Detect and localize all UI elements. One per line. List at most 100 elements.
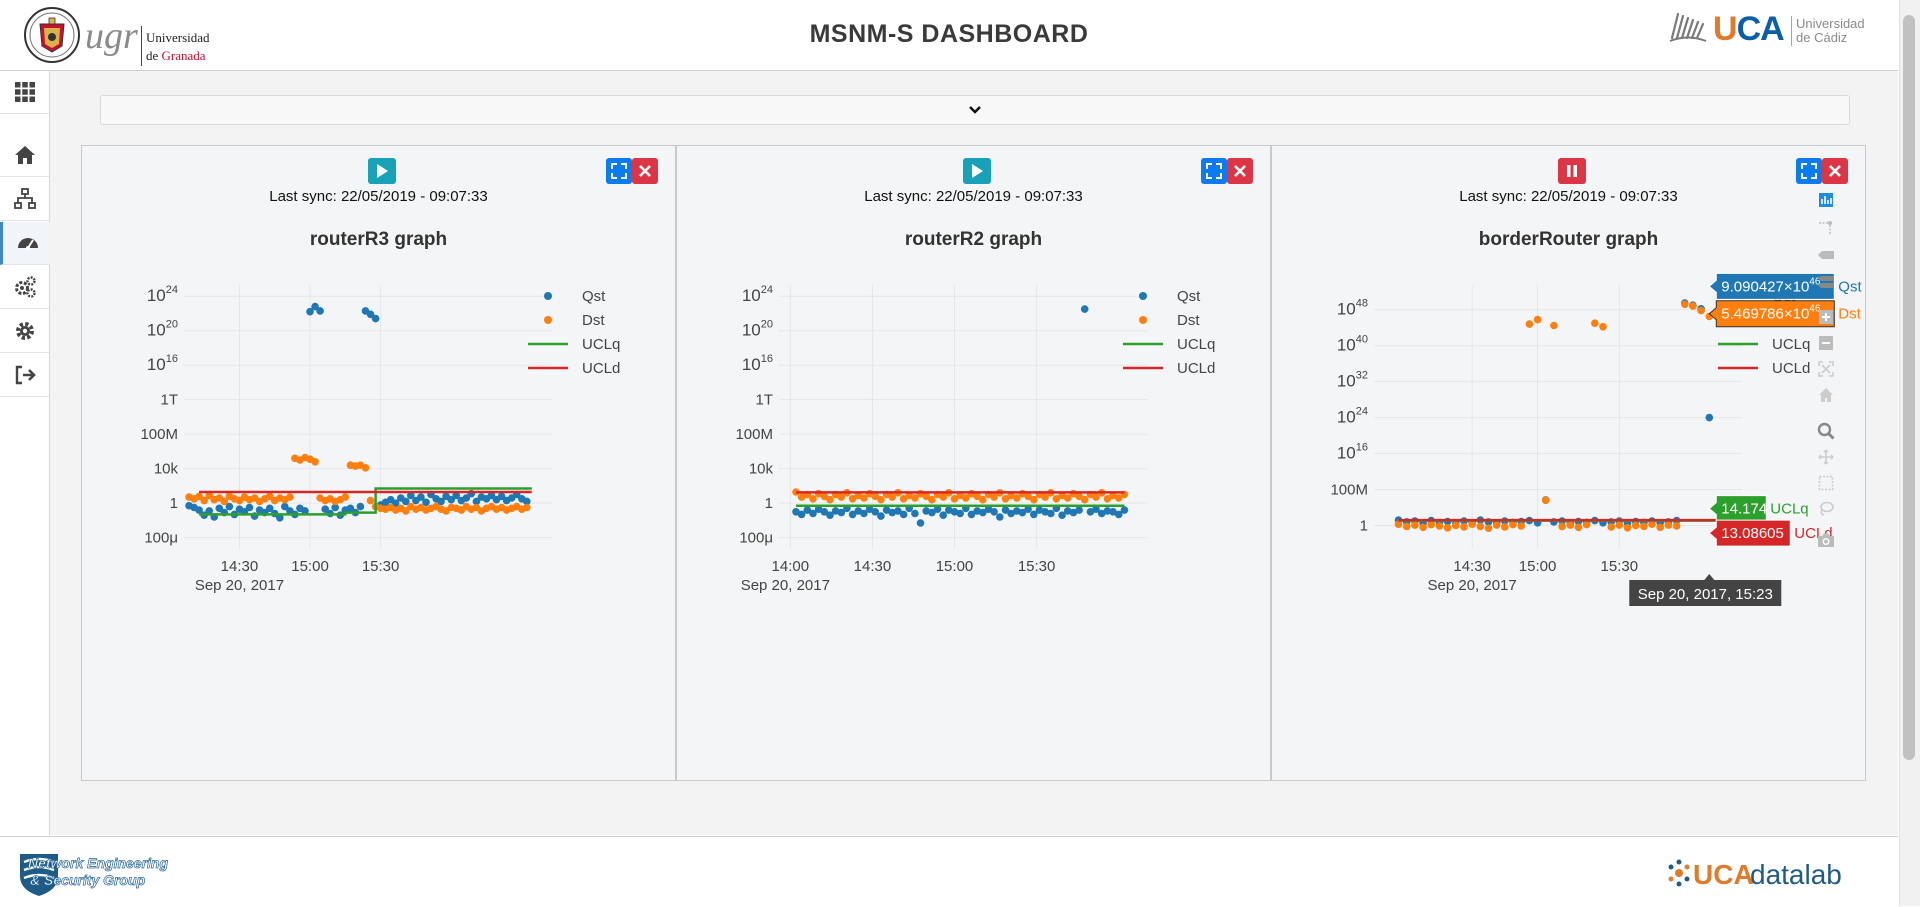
y-tick-label: 100μ: [739, 530, 773, 547]
uca-logo[interactable]: UCA Universidad de Cádiz: [1668, 6, 1878, 56]
data-point-Qst: [356, 502, 365, 511]
neg-logo-outline-1: Network Engineering: [28, 855, 168, 871]
y-tick-label: 1T: [160, 392, 178, 409]
modebar-pan[interactable]: [1815, 446, 1837, 468]
ucadatalab-logo[interactable]: UCA datalab: [1665, 855, 1865, 891]
data-point-Dst: [1509, 520, 1517, 529]
legend-item-Qst[interactable]: Qst: [544, 288, 606, 305]
data-point-Qst: [1120, 506, 1129, 514]
data-point-Dst: [1640, 522, 1648, 531]
footer: [0, 836, 1898, 907]
modebar-zoom[interactable]: [1815, 420, 1837, 442]
x-tick-label: 15:00: [1519, 558, 1557, 575]
data-point-Dst: [928, 495, 936, 504]
modebar-lasso-select[interactable]: [1815, 498, 1837, 520]
uca-separator: [1791, 16, 1792, 46]
sidebar-item-home[interactable]: [0, 134, 49, 177]
sitemap-icon: [13, 188, 36, 209]
hover-value: 13.08605: [1721, 525, 1784, 542]
data-point-Dst: [1402, 522, 1411, 531]
y-tick-label-exp: 32: [1356, 370, 1368, 382]
pause-button[interactable]: [1558, 158, 1586, 184]
chart-borderRouter[interactable]: 10481040103210241016100M114:30 15:00 15:30…: [1272, 256, 1865, 726]
data-point-Dst: [1697, 306, 1705, 315]
hover-value-mantissa: 5.469786×10: [1721, 306, 1809, 323]
y-tick-label: 1024: [1337, 406, 1368, 427]
modebar-toggle-spikelines[interactable]: [1815, 216, 1837, 238]
sidebar-item-network[interactable]: [0, 178, 49, 221]
data-point-Dst: [1501, 523, 1509, 531]
filter-collapse-bar[interactable]: [100, 95, 1850, 125]
chart-routerR2[interactable]: 1024102010161T100M10k1100μ14:00 14:30 15:0…: [677, 256, 1270, 726]
sidebar-item-settings[interactable]: [0, 310, 49, 353]
close-button[interactable]: [1227, 158, 1253, 184]
expand-icon: [1801, 163, 1817, 179]
legend-item-Qst[interactable]: Qst: [1139, 288, 1201, 305]
data-point-Dst: [1631, 521, 1640, 530]
x-tick-label: 15:30: [362, 558, 400, 575]
legend-swatch: [544, 316, 552, 324]
neg-logo[interactable]: Network Engineering & Security Group Net…: [18, 850, 178, 898]
panel-title: routerR2 graph: [904, 229, 1043, 250]
y-tick-label-exp: 48: [1356, 298, 1368, 310]
modebar-hover-closest[interactable]: [1815, 244, 1837, 266]
legend-label: Dst: [1177, 312, 1200, 329]
data-point-Dst: [1623, 524, 1632, 532]
modebar-zoom-in[interactable]: [1815, 306, 1837, 328]
data-point-Qst: [316, 307, 324, 315]
data-point-Qst: [899, 510, 908, 519]
legend-label: UCLq: [1772, 336, 1810, 353]
tags-icon: [1818, 276, 1834, 288]
play-button[interactable]: [368, 158, 396, 184]
hover-value-mantissa: 9.090427×10: [1721, 278, 1809, 295]
y-tick-label: 1016: [742, 353, 773, 374]
chart-modebar: [1813, 183, 1839, 593]
sidebar-item-apps[interactable]: [0, 71, 49, 114]
legend-item-Dst[interactable]: Dst: [1139, 312, 1200, 329]
modebar-download-png[interactable]: [1815, 529, 1837, 551]
chart-routerR3[interactable]: 1024102010161T100M10k1100μ14:30 15:00 15:3…: [82, 256, 675, 726]
camera-icon: [1818, 533, 1834, 547]
data-point-Dst: [979, 495, 987, 504]
data-point-Dst: [1030, 495, 1038, 504]
y-tick-label-base: 10: [147, 286, 166, 305]
expand-button[interactable]: [1796, 158, 1822, 184]
expand-button[interactable]: [606, 158, 632, 184]
y-tick-label: 1016: [147, 353, 178, 374]
data-point-Dst: [1427, 520, 1435, 529]
y-tick-label-base: 10: [742, 355, 761, 374]
modebar-plotly-icon[interactable]: [1815, 189, 1837, 211]
sidebar-item-logout[interactable]: [0, 354, 49, 397]
modebar-autoscale[interactable]: [1815, 358, 1837, 380]
graph-panel: Last sync: 22/05/2019 - 09:07:33 borderR…: [1271, 145, 1866, 781]
data-point-Dst: [1550, 321, 1558, 330]
data-point-Dst: [361, 464, 370, 472]
zoom-out-icon: [1819, 336, 1833, 350]
move-icon: [1818, 449, 1834, 465]
y-tick-label: 1020: [147, 319, 178, 340]
modebar-zoom-out[interactable]: [1815, 332, 1837, 354]
play-button[interactable]: [963, 158, 991, 184]
close-button[interactable]: [1822, 158, 1848, 184]
data-point-Dst: [1656, 523, 1664, 532]
gear-icon: [15, 322, 34, 340]
legend-label: UCLq: [582, 336, 620, 353]
legend-item-Dst[interactable]: Dst: [544, 312, 605, 329]
sidebar-item-services[interactable]: [0, 266, 49, 309]
data-point-Dst: [1599, 323, 1607, 331]
data-point-Dst: [1582, 520, 1591, 529]
modebar-box-select[interactable]: [1815, 472, 1837, 494]
modebar-reset-axes[interactable]: [1815, 384, 1837, 406]
modebar-hover-compare[interactable]: [1815, 271, 1837, 293]
data-point-Qst: [1705, 413, 1714, 422]
scrollbar-thumb[interactable]: [1903, 15, 1915, 760]
y-tick-label: 1: [1360, 518, 1368, 535]
close-button[interactable]: [632, 158, 658, 184]
box-select-icon: [1818, 475, 1834, 491]
x-tick-label: 15:30: [1018, 558, 1056, 575]
expand-button[interactable]: [1201, 158, 1227, 184]
sidebar-item-dashboard[interactable]: [0, 222, 52, 265]
pause-icon: [1567, 165, 1577, 177]
data-point-Dst: [1591, 319, 1599, 327]
hover-value-mantissa: 14.174: [1721, 501, 1767, 518]
